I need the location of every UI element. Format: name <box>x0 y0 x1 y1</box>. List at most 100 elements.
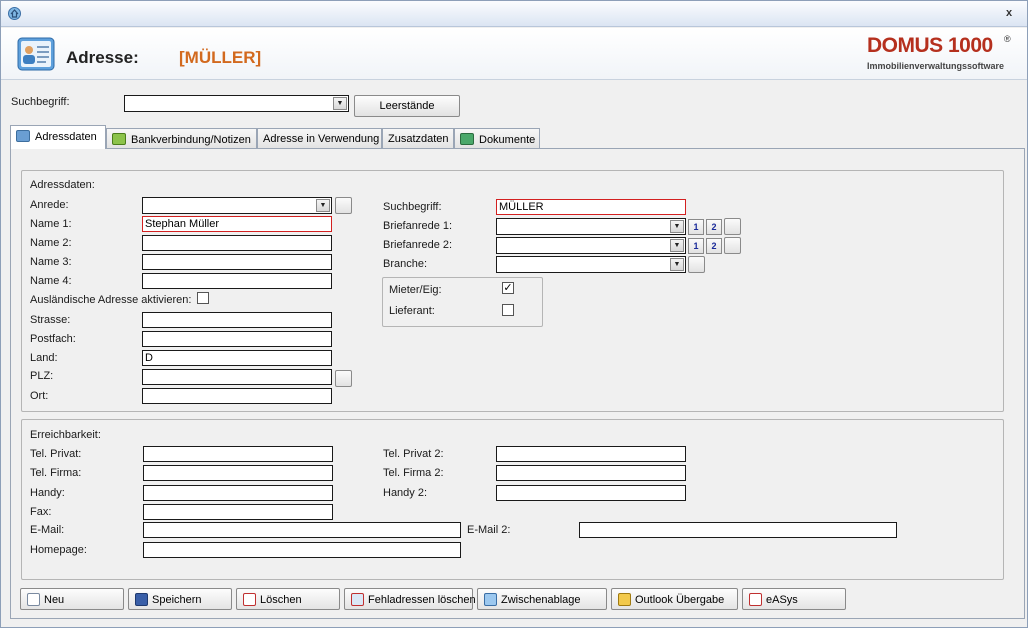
leerstaende-button[interactable]: Leerstände <box>354 95 460 117</box>
anrede-select[interactable]: ▼ <box>142 197 332 214</box>
brand-subtitle: Immobilienverwaltungssoftware <box>867 61 1005 71</box>
foreign-address-checkbox[interactable] <box>197 292 209 304</box>
briefanrede2-btn1[interactable]: 1 <box>688 238 704 254</box>
name4-label: Name 4: <box>30 275 72 287</box>
tel-privat2-field[interactable] <box>496 446 686 462</box>
outlook-export-button[interactable]: Outlook Übergabe <box>611 588 738 610</box>
close-button[interactable]: x <box>1003 7 1015 19</box>
fax-field[interactable] <box>143 504 333 520</box>
plz-field[interactable] <box>142 369 332 385</box>
chevron-down-icon[interactable]: ▼ <box>670 220 684 233</box>
land-field[interactable]: D <box>142 350 332 366</box>
clipboard-icon <box>484 593 497 606</box>
name4-field[interactable] <box>142 273 332 289</box>
chevron-down-icon[interactable]: ▼ <box>670 239 684 252</box>
plz-label: PLZ: <box>30 370 54 382</box>
name1-field[interactable]: Stephan Müller <box>142 216 332 232</box>
anrede-edit-button[interactable] <box>335 197 352 214</box>
tel-firma-label: Tel. Firma: <box>30 467 82 479</box>
clipboard-label: Zwischenablage <box>501 594 581 606</box>
tel-firma2-field[interactable] <box>496 465 686 481</box>
briefanrede1-btn1[interactable]: 1 <box>688 219 704 235</box>
mieter-checkbox[interactable]: ✓ <box>502 282 514 294</box>
briefanrede1-btn2[interactable]: 2 <box>706 219 722 235</box>
chevron-down-icon[interactable]: ▼ <box>670 258 684 271</box>
search-select[interactable]: ▼ <box>124 95 349 112</box>
tel-privat-field[interactable] <box>143 446 333 462</box>
name2-label: Name 2: <box>30 237 72 249</box>
homepage-field[interactable] <box>143 542 461 558</box>
save-icon <box>135 593 148 606</box>
tab-label: Dokumente <box>479 134 536 146</box>
outlook-label: Outlook Übergabe <box>635 594 725 606</box>
documents-icon <box>460 133 474 145</box>
postfach-field[interactable] <box>142 331 332 347</box>
address-card-icon <box>17 35 57 73</box>
new-label: Neu <box>44 594 65 606</box>
save-button[interactable]: Speichern <box>128 588 232 610</box>
delete-button[interactable]: Löschen <box>236 588 340 610</box>
easys-button[interactable]: eASys <box>742 588 846 610</box>
anrede-label: Anrede: <box>30 199 69 211</box>
branche-select[interactable]: ▼ <box>496 256 686 273</box>
delete-bad-addresses-button[interactable]: Fehladressen löschen <box>344 588 476 610</box>
tab-label: Bankverbindung/Notizen <box>131 134 251 146</box>
name3-field[interactable] <box>142 254 332 270</box>
page-title: Adresse: <box>66 48 139 67</box>
new-document-icon <box>27 593 40 606</box>
chevron-down-icon[interactable]: ▼ <box>333 97 347 110</box>
delete-icon <box>243 593 256 606</box>
tab-adressdaten[interactable]: Adressdaten <box>10 125 106 149</box>
delete-label: Löschen <box>260 594 302 606</box>
foreign-address-label: Ausländische Adresse aktivieren: <box>30 294 192 306</box>
tab-dokumente[interactable]: Dokumente <box>454 128 540 148</box>
handy-field[interactable] <box>143 485 333 501</box>
handy-label: Handy: <box>30 487 65 499</box>
tel-firma2-label: Tel. Firma 2: <box>383 467 444 479</box>
briefanrede2-edit-button[interactable] <box>724 237 741 254</box>
easys-icon <box>749 593 762 606</box>
contact-group-label: Erreichbarkeit: <box>30 429 101 441</box>
delete-icon <box>351 593 364 606</box>
tab-zusatzdaten[interactable]: Zusatzdaten <box>382 128 454 148</box>
strasse-field[interactable] <box>142 312 332 328</box>
tab-bankverbindung[interactable]: Bankverbindung/Notizen <box>106 128 257 148</box>
lieferant-checkbox[interactable] <box>502 304 514 316</box>
page-header: Adresse: [MÜLLER] DOMUS 1000 ® Immobilie… <box>1 28 1027 80</box>
new-button[interactable]: Neu <box>20 588 124 610</box>
ort-label: Ort: <box>30 390 49 402</box>
briefanrede2-label: Briefanrede 2: <box>383 239 453 251</box>
homepage-label: Homepage: <box>30 544 87 556</box>
tab-adresse-in-verwendung[interactable]: Adresse in Verwendung <box>257 128 382 148</box>
suchbegriff-field[interactable]: MÜLLER <box>496 199 686 215</box>
handy2-field[interactable] <box>496 485 686 501</box>
chevron-down-icon[interactable]: ▼ <box>316 199 330 212</box>
easys-label: eASys <box>766 594 798 606</box>
handy2-label: Handy 2: <box>383 487 428 499</box>
email-field[interactable] <box>143 522 461 538</box>
briefanrede1-edit-button[interactable] <box>724 218 741 235</box>
ort-field[interactable] <box>142 388 332 404</box>
briefanrede2-btn2[interactable]: 2 <box>706 238 722 254</box>
brand-name: DOMUS 1000 <box>867 34 993 57</box>
app-icon <box>7 6 22 21</box>
fax-label: Fax: <box>30 506 52 518</box>
money-icon <box>112 133 126 145</box>
email2-field[interactable] <box>579 522 897 538</box>
address-card-icon <box>16 130 30 142</box>
tel-firma-field[interactable] <box>143 465 333 481</box>
branche-edit-button[interactable] <box>688 256 705 273</box>
outlook-icon <box>618 593 631 606</box>
clipboard-button[interactable]: Zwischenablage <box>477 588 607 610</box>
lieferant-label: Lieferant: <box>389 305 435 317</box>
title-bar: x <box>1 1 1027 27</box>
mieter-label: Mieter/Eig: <box>389 284 442 296</box>
plz-lookup-button[interactable] <box>335 370 352 387</box>
name3-label: Name 3: <box>30 256 72 268</box>
briefanrede2-select[interactable]: ▼ <box>496 237 686 254</box>
leerstaende-label: Leerstände <box>379 100 435 112</box>
briefanrede1-select[interactable]: ▼ <box>496 218 686 235</box>
email-label: E-Mail: <box>30 524 65 536</box>
name2-field[interactable] <box>142 235 332 251</box>
tab-label: Adresse in Verwendung <box>263 133 380 145</box>
